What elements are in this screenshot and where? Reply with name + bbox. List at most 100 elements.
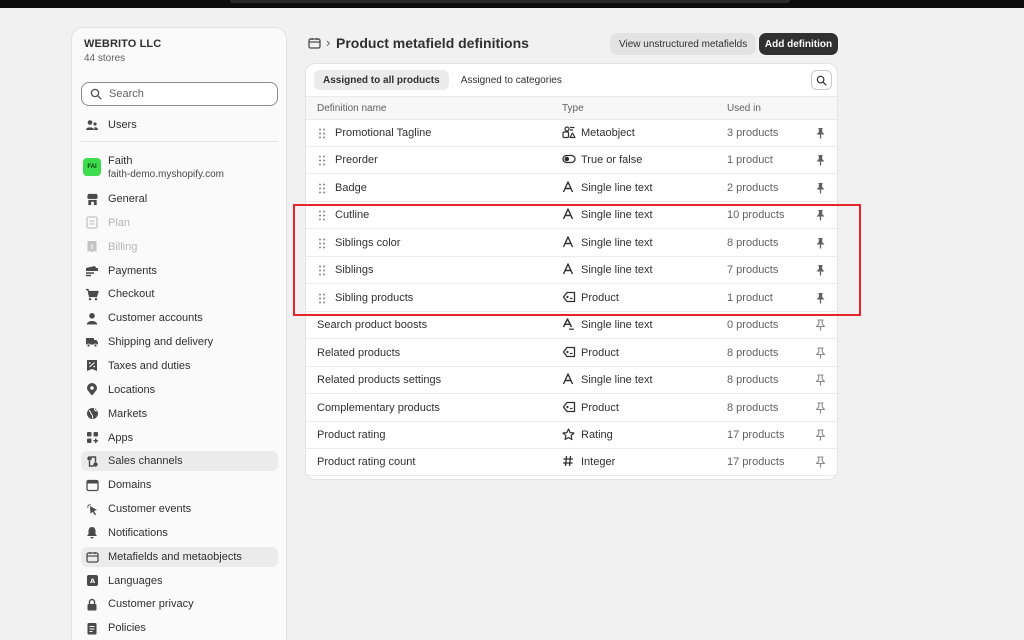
sidebar-item-languages[interactable]: A Languages [81, 571, 278, 591]
product-tag-icon [562, 346, 576, 361]
location-icon [85, 383, 99, 397]
sales-channels-icon [85, 454, 99, 468]
table-row[interactable]: Product rating count Integer 17 products [306, 449, 837, 477]
sidebar-item-shipping-and-delivery[interactable]: Shipping and delivery [81, 332, 278, 352]
table-search-button[interactable] [811, 70, 832, 90]
sidebar-item-label: Users [108, 119, 137, 131]
settings-search[interactable] [81, 82, 278, 106]
definition-name[interactable]: Related products [317, 347, 400, 359]
sidebar-item-apps[interactable]: Apps [81, 428, 278, 448]
table-row[interactable]: Product rating Rating 17 products [306, 422, 837, 449]
policies-icon [85, 621, 99, 635]
sidebar-item-customer-privacy[interactable]: Customer privacy [81, 594, 278, 614]
sidebar-item-general[interactable]: General [81, 189, 278, 209]
sidebar-item-label: Plan [108, 216, 131, 229]
drag-handle-icon[interactable] [318, 128, 326, 142]
metafields-icon[interactable] [308, 37, 321, 52]
pin-icon[interactable] [815, 154, 826, 169]
table-row[interactable]: Promotional Tagline Metaobject 3 products [306, 120, 837, 147]
definition-type: Integer [581, 456, 616, 469]
star-icon [562, 428, 575, 444]
drag-handle-icon[interactable] [318, 183, 326, 197]
tab-assigned-to-all-products[interactable]: Assigned to all products [314, 70, 449, 90]
bell-icon [85, 526, 99, 540]
top-bar-pill [230, 0, 790, 3]
sidebar-item-locations[interactable]: Locations [81, 380, 278, 400]
sidebar-item-taxes-and-duties[interactable]: Taxes and duties [81, 356, 278, 376]
lock-icon [85, 597, 99, 611]
pin-icon[interactable] [815, 456, 826, 471]
sidebar-item-users[interactable]: Users [81, 115, 278, 135]
definition-tabs: Assigned to all products Assigned to cat… [314, 70, 574, 90]
sidebar-item-label: Markets [108, 407, 148, 420]
table-row[interactable]: Badge Single line text 2 products [306, 175, 837, 202]
sidebar-item-notifications[interactable]: Notifications [81, 523, 278, 543]
sidebar-item-metafields-and-metaobjects[interactable]: Metafields and metaobjects [81, 546, 278, 567]
definition-name[interactable]: Search product boosts [317, 319, 427, 331]
sidebar-item-label: Sales channels [108, 455, 183, 468]
metaobject-icon [562, 126, 576, 142]
store-info[interactable]: FAI Faith faith-demo.myshopify.com [83, 155, 224, 180]
pin-icon[interactable] [815, 347, 826, 362]
person-icon [85, 311, 99, 325]
truck-icon [85, 335, 99, 349]
tab-assigned-to-categories[interactable]: Assigned to categories [452, 70, 571, 90]
sidebar-item-payments[interactable]: Payments [81, 261, 278, 281]
definition-name[interactable]: Preorder [335, 154, 378, 166]
language-icon: A [85, 574, 99, 588]
pin-icon[interactable] [815, 401, 826, 417]
sidebar-item-policies[interactable]: Policies [81, 618, 278, 638]
sidebar-item-label: Policies [108, 622, 146, 635]
sidebar-item-label: Locations [108, 383, 156, 396]
definition-name[interactable]: Product rating [317, 429, 385, 441]
pin-icon[interactable] [815, 182, 826, 197]
organization-name: WEBRITO LLC [84, 38, 162, 50]
used-in-count: 17 products [727, 456, 785, 469]
view-unstructured-metafields-button[interactable]: View unstructured metafields [610, 33, 757, 55]
drag-handle-icon[interactable] [318, 155, 326, 169]
search-input[interactable] [109, 88, 269, 100]
used-in-count: 8 products [727, 401, 779, 414]
sidebar-item-customer-accounts[interactable]: Customer accounts [81, 308, 278, 328]
definition-name[interactable]: Promotional Tagline [335, 127, 431, 139]
text-list-icon [562, 318, 575, 333]
table-row[interactable]: Search product boosts Single line text 0 p… [306, 312, 837, 340]
page-header: › Product metafield definitions View uns… [305, 30, 838, 58]
settings-sidebar: WEBRITO LLC 44 stores Users FAI Faith fa… [71, 27, 287, 640]
product-tag-icon [562, 401, 576, 416]
pin-icon[interactable] [815, 319, 826, 334]
text-icon [562, 373, 574, 388]
sidebar-item-label: Customer events [108, 503, 192, 516]
sidebar-item-sales-channels[interactable]: Sales channels [81, 451, 278, 472]
sidebar-item-customer-events[interactable]: Customer events [81, 499, 278, 519]
table-row[interactable]: Complementary products Product 8 products [306, 395, 837, 422]
table-row[interactable]: Related products Product 8 products [306, 340, 837, 367]
sidebar-item-domains[interactable]: Domains [81, 475, 278, 495]
metafields-icon [85, 550, 99, 564]
sidebar-item-checkout[interactable]: Checkout [81, 284, 278, 304]
table-row[interactable]: Preorder True or false 1 product [306, 147, 837, 175]
definition-name[interactable]: Complementary products [317, 402, 440, 414]
hash-icon [562, 455, 574, 470]
pin-icon[interactable] [815, 374, 826, 389]
definition-type: True or false [581, 154, 643, 167]
store-avatar: FAI [83, 158, 101, 176]
table-row[interactable]: Related products settings Single line tex… [306, 367, 837, 395]
definition-name[interactable]: Related products settings [317, 374, 441, 386]
column-header-type: Type [562, 103, 584, 114]
organization-store-count: 44 stores [84, 53, 126, 64]
definition-name[interactable]: Product rating count [317, 456, 415, 468]
text-icon [562, 181, 574, 196]
sidebar-item-markets[interactable]: Markets [81, 404, 278, 424]
pin-icon[interactable] [815, 429, 826, 444]
sidebar-item-label: General [108, 193, 148, 205]
search-icon [816, 75, 827, 85]
used-in-count: 0 products [727, 319, 779, 332]
sidebar-item-label: Payments [108, 264, 157, 277]
add-definition-button[interactable]: Add definition [759, 33, 838, 55]
pin-icon[interactable] [815, 127, 826, 142]
browser-top-bar [0, 0, 1024, 8]
definition-name[interactable]: Badge [335, 182, 367, 194]
organization-switcher[interactable]: WEBRITO LLC 44 stores [84, 38, 161, 64]
store-domain: faith-demo.myshopify.com [108, 169, 224, 180]
